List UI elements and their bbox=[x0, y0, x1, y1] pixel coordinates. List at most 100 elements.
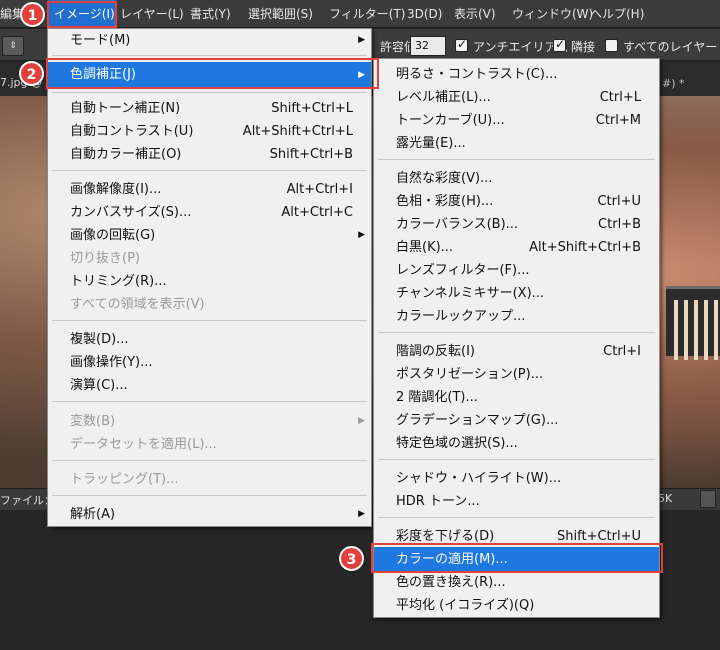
menu-item-posterize[interactable]: ポスタリゼーション(P)... bbox=[374, 363, 659, 386]
menu-item-label: 変数(B) bbox=[70, 414, 116, 429]
menu-item-color-balance[interactable]: カラーバランス(B)... Ctrl+B bbox=[374, 213, 659, 236]
menu-item-brightness-contrast[interactable]: 明るさ・コントラスト(C)... bbox=[374, 63, 659, 86]
menu-item-exposure[interactable]: 露光量(E)... bbox=[374, 132, 659, 155]
menu-item-label: 白黒(K)... bbox=[396, 240, 454, 255]
menu-item-label: 自動コントラスト(U) bbox=[70, 124, 194, 139]
menu-item-label: 自然な彩度(V)... bbox=[396, 171, 493, 186]
menu-item-equalize[interactable]: 平均化 (イコライズ)(Q) bbox=[374, 594, 659, 617]
menu-item-label: 自動カラー補正(O) bbox=[70, 147, 182, 162]
menu-item-trap[interactable]: トラッピング(T)... bbox=[48, 468, 371, 491]
menu-item-channel-mixer[interactable]: チャンネルミキサー(X)... bbox=[374, 282, 659, 305]
menu-item-shortcut: Shift+Ctrl+L bbox=[271, 101, 353, 116]
menu-help[interactable]: ヘルプ(H) bbox=[590, 0, 644, 28]
callout-badge-3: 3 bbox=[339, 546, 364, 571]
menu-item-shortcut: Alt+Shift+Ctrl+B bbox=[529, 240, 641, 255]
menu-item-duplicate[interactable]: 複製(D)... bbox=[48, 328, 371, 351]
menu-select[interactable]: 選択範囲(S) bbox=[248, 0, 313, 28]
menu-item-apply-data-set[interactable]: データセットを適用(L)... bbox=[48, 433, 371, 456]
menu-view[interactable]: 表示(V) bbox=[454, 0, 496, 28]
menu-item-label: 色の置き換え(R)... bbox=[396, 575, 506, 590]
antialias-checkbox[interactable] bbox=[455, 37, 468, 52]
menu-item-image-rotation[interactable]: 画像の回転(G) ▶ bbox=[48, 224, 371, 247]
menu-item-variables[interactable]: 変数(B) ▶ bbox=[48, 410, 371, 433]
menu-filter[interactable]: フィルター(T) bbox=[329, 0, 405, 28]
menu-item-label: モード(M) bbox=[70, 33, 131, 48]
menu-item-gradient-map[interactable]: グラデーションマップ(G)... bbox=[374, 409, 659, 432]
image-menu: モード(M) ▶ 色調補正(J) ▶ 自動トーン補正(N) Shift+Ctrl… bbox=[47, 28, 372, 527]
callout-box-match-color bbox=[371, 543, 663, 573]
menu-item-black-white[interactable]: 白黒(K)... Alt+Shift+Ctrl+B bbox=[374, 236, 659, 259]
contiguous-label: 隣接 bbox=[571, 40, 596, 54]
callout-badge-1: 1 bbox=[20, 2, 45, 27]
menu-item-label: 階調の反転(I) bbox=[396, 344, 475, 359]
menu-item-image-size[interactable]: 画像解像度(I)... Alt+Ctrl+I bbox=[48, 178, 371, 201]
menu-divider bbox=[378, 517, 655, 518]
callout-box-adjustments bbox=[46, 58, 379, 89]
menu-window[interactable]: ウィンドウ(W) bbox=[512, 0, 593, 28]
menu-item-label: トラッピング(T)... bbox=[70, 472, 179, 487]
menu-item-label: レベル補正(L)... bbox=[396, 90, 491, 105]
menu-item-selective-color[interactable]: 特定色域の選択(S)... bbox=[374, 432, 659, 455]
menu-item-shortcut: Alt+Shift+Ctrl+L bbox=[242, 124, 353, 139]
menu-item-apply-image[interactable]: 画像操作(Y)... bbox=[48, 351, 371, 374]
tolerance-input[interactable]: 32 bbox=[410, 36, 446, 56]
menu-item-curves[interactable]: トーンカーブ(U)... Ctrl+M bbox=[374, 109, 659, 132]
menu-item-color-lookup[interactable]: カラールックアップ... bbox=[374, 305, 659, 328]
menu-item-shortcut: Shift+Ctrl+B bbox=[269, 147, 353, 162]
match-stick bbox=[674, 300, 678, 360]
all-layers-checkbox[interactable] bbox=[605, 39, 618, 52]
menu-item-calculations[interactable]: 演算(C)... bbox=[48, 374, 371, 397]
menu-item-hdr-toning[interactable]: HDR トーン... bbox=[374, 490, 659, 513]
menu-item-vibrance[interactable]: 自然な彩度(V)... bbox=[374, 167, 659, 190]
submenu-arrow-icon: ▶ bbox=[358, 509, 365, 519]
menu-item-replace-color[interactable]: 色の置き換え(R)... bbox=[374, 571, 659, 594]
menu-item-label: 自動トーン補正(N) bbox=[70, 101, 181, 116]
menu-item-mode[interactable]: モード(M) ▶ bbox=[48, 29, 371, 52]
menu-item-hue-saturation[interactable]: 色相・彩度(H)... Ctrl+U bbox=[374, 190, 659, 213]
match-stick bbox=[704, 300, 708, 360]
menu-item-analysis[interactable]: 解析(A) ▶ bbox=[48, 503, 371, 526]
menu-divider bbox=[52, 495, 367, 496]
menu-item-auto-tone[interactable]: 自動トーン補正(N) Shift+Ctrl+L bbox=[48, 97, 371, 120]
menu-item-label: トーンカーブ(U)... bbox=[396, 113, 505, 128]
menu-item-label: 演算(C)... bbox=[70, 378, 128, 393]
menu-item-label: 色相・彩度(H)... bbox=[396, 194, 494, 209]
status-size: 5K bbox=[658, 492, 673, 505]
menu-item-auto-contrast[interactable]: 自動コントラスト(U) Alt+Shift+Ctrl+L bbox=[48, 120, 371, 143]
menu-item-label: 露光量(E)... bbox=[396, 136, 466, 151]
contiguous-checkbox[interactable] bbox=[553, 37, 566, 52]
menu-layer[interactable]: レイヤー(L) bbox=[120, 0, 184, 28]
menu-item-levels[interactable]: レベル補正(L)... Ctrl+L bbox=[374, 86, 659, 109]
status-scroll-button[interactable] bbox=[700, 490, 716, 508]
menu-type[interactable]: 書式(Y) bbox=[190, 0, 231, 28]
menu-item-label: カンバスサイズ(S)... bbox=[70, 205, 192, 220]
menu-divider bbox=[52, 401, 367, 402]
match-stick bbox=[694, 300, 698, 360]
menu-item-reveal-all[interactable]: すべての領域を表示(V) bbox=[48, 293, 371, 316]
menu-item-shortcut: Ctrl+L bbox=[599, 90, 641, 105]
match-stick bbox=[714, 300, 718, 360]
tool-preset-dropdown[interactable]: ⇕ bbox=[2, 36, 24, 56]
adjustments-submenu: 明るさ・コントラスト(C)... レベル補正(L)... Ctrl+L トーンカ… bbox=[373, 58, 660, 618]
menu-item-canvas-size[interactable]: カンバスサイズ(S)... Alt+Ctrl+C bbox=[48, 201, 371, 224]
menu-item-label: 複製(D)... bbox=[70, 332, 129, 347]
menu-item-shortcut: Ctrl+B bbox=[598, 217, 641, 232]
menu-item-photo-filter[interactable]: レンズフィルター(F)... bbox=[374, 259, 659, 282]
menu-item-label: トリミング(R)... bbox=[70, 274, 167, 289]
menu-item-threshold[interactable]: 2 階調化(T)... bbox=[374, 386, 659, 409]
menu-item-crop[interactable]: 切り抜き(P) bbox=[48, 247, 371, 270]
menu-item-label: ポスタリゼーション(P)... bbox=[396, 367, 544, 382]
document-tab-title-right: #) * bbox=[662, 77, 685, 90]
menu-3d[interactable]: 3D(D) bbox=[407, 0, 442, 28]
menu-item-label: すべての領域を表示(V) bbox=[70, 297, 205, 312]
menu-divider bbox=[378, 159, 655, 160]
menu-item-shortcut: Ctrl+I bbox=[603, 344, 641, 359]
menu-divider bbox=[52, 170, 367, 171]
menu-divider bbox=[378, 332, 655, 333]
menu-item-shortcut: Ctrl+U bbox=[597, 194, 641, 209]
menu-item-auto-color[interactable]: 自動カラー補正(O) Shift+Ctrl+B bbox=[48, 143, 371, 166]
menu-item-invert[interactable]: 階調の反転(I) Ctrl+I bbox=[374, 340, 659, 363]
menu-item-shadows-highlights[interactable]: シャドウ・ハイライト(W)... bbox=[374, 467, 659, 490]
submenu-arrow-icon: ▶ bbox=[358, 416, 365, 426]
menu-item-trim[interactable]: トリミング(R)... bbox=[48, 270, 371, 293]
